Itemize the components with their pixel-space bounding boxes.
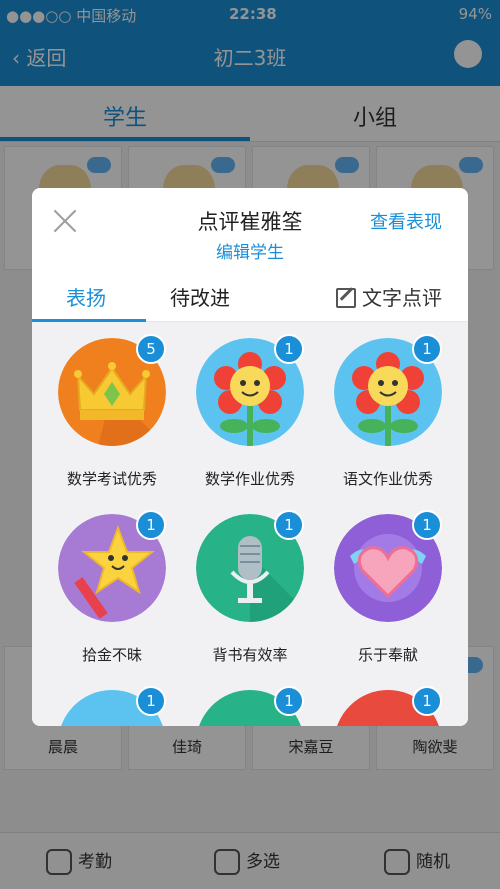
- praise-item[interactable]: 1 数学作业优秀: [170, 322, 310, 494]
- praise-item[interactable]: 1 语文作业优秀: [308, 322, 448, 494]
- praise-label: 乐于奉献: [357, 646, 418, 664]
- praise-label: 拾金不昧: [81, 646, 142, 664]
- count-badge: 1: [274, 510, 304, 540]
- edit-student-link[interactable]: 编辑学生: [32, 238, 468, 263]
- praise-item[interactable]: 1: [308, 674, 448, 726]
- count-badge: 1: [412, 510, 442, 540]
- count-badge: 1: [274, 334, 304, 364]
- comment-tabs: 表扬 待改进 文字点评: [32, 272, 468, 322]
- count-badge: 1: [136, 510, 166, 540]
- tab-text-comment[interactable]: 文字点评: [336, 282, 442, 311]
- praise-item[interactable]: 1 乐于奉献: [308, 498, 448, 670]
- comment-dialog: 点评崔雅筌 编辑学生 查看表现 表扬 待改进 文字点评 5 数学考试优秀 1 数…: [32, 188, 468, 726]
- view-performance-link[interactable]: 查看表现: [370, 208, 442, 234]
- count-badge: 5: [136, 334, 166, 364]
- count-badge: 1: [412, 686, 442, 716]
- edit-icon: [336, 288, 356, 308]
- count-badge: 1: [274, 686, 304, 716]
- praise-item[interactable]: 1 拾金不昧: [32, 498, 172, 670]
- praise-item[interactable]: 1 背书有效率: [170, 498, 310, 670]
- praise-grid: 5 数学考试优秀 1 数学作业优秀 1 语文作业优秀 1 拾金不昧 1 背书有效…: [32, 322, 468, 726]
- praise-item[interactable]: 1: [32, 674, 172, 726]
- praise-label: 背书有效率: [212, 646, 288, 664]
- praise-item[interactable]: 5 数学考试优秀: [32, 322, 172, 494]
- count-badge: 1: [412, 334, 442, 364]
- praise-label: 数学考试优秀: [66, 470, 157, 488]
- praise-label: 数学作业优秀: [204, 470, 295, 488]
- tab-praise[interactable]: 表扬: [66, 282, 106, 311]
- praise-label: 语文作业优秀: [342, 470, 433, 488]
- praise-item[interactable]: 1: [170, 674, 310, 726]
- tab-improve[interactable]: 待改进: [170, 282, 230, 311]
- count-badge: 1: [136, 686, 166, 716]
